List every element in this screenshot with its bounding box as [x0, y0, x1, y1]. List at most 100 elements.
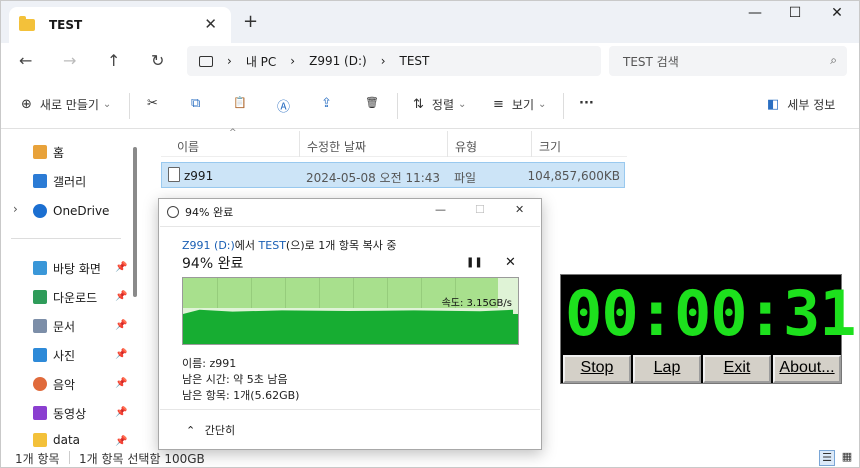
back-icon[interactable]: ← [19, 51, 32, 70]
pin-icon: 📌 [115, 349, 128, 360]
sort-arrow-icon: ^ [229, 128, 237, 138]
breadcrumb-chevron-icon: › [227, 54, 232, 68]
sidebar-scrollbar[interactable] [133, 147, 137, 297]
more-icon[interactable]: ··· [579, 96, 594, 111]
sidebar-item-home[interactable]: 홈 [33, 142, 64, 162]
file-name-line: 이름: z991 [182, 357, 237, 370]
new-button[interactable]: ⊕ 새로 만들기 ⌄ [21, 96, 111, 113]
stop-button[interactable]: Stop [563, 355, 631, 383]
details-label: 세부 정보 [787, 98, 836, 112]
maximize-button[interactable]: ☐ [775, 5, 815, 27]
new-tab-button[interactable]: + [243, 11, 258, 32]
minimize-button[interactable]: — [735, 5, 775, 27]
sidebar-item-desktop[interactable]: 바탕 화면 [33, 258, 101, 278]
pc-icon [199, 55, 213, 67]
sidebar-item-music[interactable]: 음악 [33, 374, 75, 394]
delete-icon[interactable]: 🗑 [365, 96, 379, 109]
sidebar-item-gallery[interactable]: 갤러리 [33, 171, 86, 191]
details-button[interactable]: ◧ 세부 정보 [767, 96, 835, 113]
column-type[interactable]: 유형 [455, 138, 477, 155]
cancel-button[interactable]: ✕ [505, 255, 516, 270]
download-icon [33, 290, 47, 304]
sidebar-item-label: data [53, 433, 81, 447]
grid-line [387, 278, 388, 308]
breadcrumb[interactable]: › 내 PC › Z991 (D:) › TEST [187, 46, 601, 76]
sidebar-item-pictures[interactable]: 사진 [33, 345, 75, 365]
breadcrumb-chevron-icon: › [290, 54, 296, 68]
details-view-icon[interactable]: ☰ [819, 450, 835, 466]
about-button[interactable]: About... [773, 355, 841, 383]
divider[interactable] [531, 131, 532, 157]
file-name: z991 [184, 169, 214, 183]
percent-complete: 94% 완료 [182, 256, 244, 272]
grid-line [251, 278, 252, 308]
breadcrumb-item-pc[interactable]: 내 PC [246, 53, 276, 70]
sidebar-item-onedrive[interactable]: OneDrive [33, 201, 109, 221]
navigation-pane: 홈 갤러리 › OneDrive 바탕 화면 📌 다운로드 📌 문서 📌 사진 … [1, 130, 141, 448]
refresh-icon[interactable]: ↻ [151, 51, 164, 70]
sidebar-item-label: 음악 [53, 377, 76, 392]
fewer-details-button[interactable]: ⌃ 간단히 [186, 422, 235, 438]
clock-icon [167, 206, 179, 218]
chevron-down-icon: ⌄ [458, 99, 467, 110]
divider [11, 238, 121, 239]
cloud-icon [33, 204, 47, 218]
sidebar-item-videos[interactable]: 동영상 [33, 403, 86, 423]
column-name[interactable]: 이름 [177, 138, 199, 155]
rename-icon[interactable]: Ⓐ [277, 96, 290, 115]
divider[interactable] [299, 131, 300, 157]
tab-test[interactable]: TEST ✕ [9, 7, 231, 43]
sidebar-item-documents[interactable]: 문서 [33, 316, 75, 336]
sidebar-item-data[interactable]: data [33, 432, 80, 448]
time-remaining-line: 남은 시간: 약 5초 남음 [182, 373, 288, 386]
item-count: 1개 항목 [15, 452, 60, 466]
file-size: 104,857,600KB [527, 169, 620, 183]
paste-icon[interactable]: 📋 [233, 96, 247, 109]
close-button[interactable]: ✕ [817, 5, 857, 27]
dialog-minimize-button[interactable]: — [435, 203, 446, 216]
column-size[interactable]: 크기 [539, 138, 561, 155]
breadcrumb-item-test[interactable]: TEST [400, 54, 430, 68]
file-type: 파일 [454, 171, 477, 185]
sidebar-item-downloads[interactable]: 다운로드 [33, 287, 97, 307]
cut-icon[interactable]: ✂ [147, 96, 158, 111]
view-button[interactable]: ≡ 보기 ⌄ [493, 96, 546, 113]
exit-button[interactable]: Exit [703, 355, 771, 383]
sort-button[interactable]: ⇅ 정렬 ⌄ [413, 96, 466, 113]
pause-button[interactable]: ❚❚ [466, 257, 483, 268]
dialog-close-button[interactable]: ✕ [515, 203, 524, 216]
breadcrumb-chevron-icon: › [380, 54, 386, 68]
destination-link[interactable]: TEST [259, 239, 286, 252]
file-icon [168, 167, 180, 182]
tiles-view-icon[interactable]: ▦ [839, 450, 855, 466]
grid-line [421, 278, 422, 308]
breadcrumb-item-drive[interactable]: Z991 (D:) [309, 54, 367, 68]
folder-icon [19, 16, 35, 31]
file-modified: 2024-05-08 오전 11:43 [306, 171, 441, 185]
copy-icon[interactable]: ⧉ [191, 96, 200, 111]
divider[interactable] [447, 131, 448, 157]
chevron-up-icon: ⌃ [186, 424, 196, 437]
column-modified[interactable]: 수정한 날짜 [307, 138, 366, 155]
divider [397, 93, 398, 119]
pin-icon: 📌 [115, 436, 128, 447]
tab-close-icon[interactable]: ✕ [204, 15, 217, 33]
dialog-body: Z991 (D:)에서 TEST(으)로 1개 항목 복사 중 94% 완료 ❚… [160, 226, 540, 406]
view-label: 보기 [511, 98, 534, 112]
up-icon[interactable]: ↑ [107, 51, 120, 70]
lap-button[interactable]: Lap [633, 355, 701, 383]
stopwatch-window: 00:00:31 Stop Lap Exit About... [560, 274, 857, 384]
table-row[interactable]: z991 2024-05-08 오전 11:43 파일 104,857,600K… [161, 162, 625, 188]
source-link[interactable]: Z991 (D:) [182, 239, 235, 252]
items-remaining-line: 남은 항목: 1개(5.62GB) [182, 389, 300, 402]
expand-chevron-icon[interactable]: › [13, 202, 18, 216]
stopwatch-display: 00:00:31 [565, 277, 857, 350]
dialog-maximize-button[interactable]: ☐ [475, 203, 485, 216]
forward-icon[interactable]: → [63, 51, 76, 70]
speed-area [183, 314, 518, 344]
sidebar-item-label: 동영상 [53, 406, 87, 421]
search-input[interactable]: TEST 검색 ⌕ [609, 46, 847, 76]
grid-line [319, 278, 320, 308]
title-bar: TEST ✕ + — ☐ ✕ [1, 1, 859, 43]
share-icon[interactable]: ⇪ [321, 96, 332, 111]
